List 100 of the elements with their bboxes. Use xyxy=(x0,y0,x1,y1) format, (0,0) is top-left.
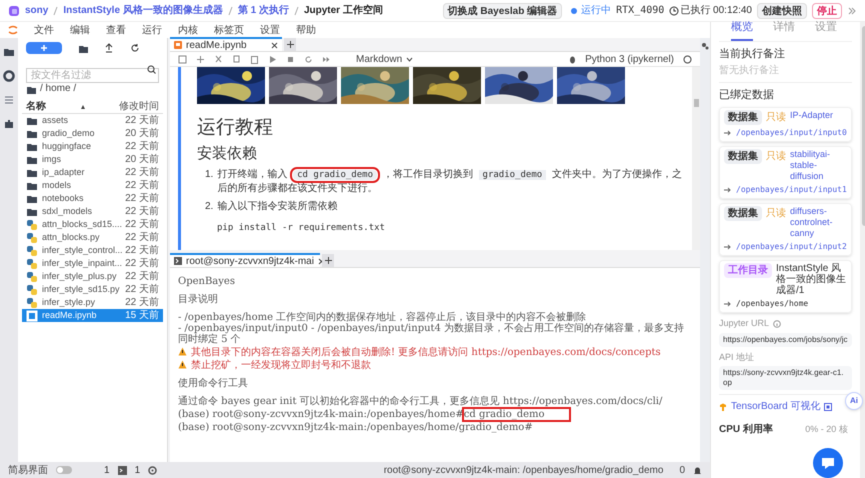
menu-item[interactable]: 查看 xyxy=(106,22,126,38)
close-icon[interactable] xyxy=(271,42,278,48)
terminal-line: OpenBayes xyxy=(178,276,236,287)
file-row[interactable]: infer_style_plus.py 22 天前 xyxy=(22,270,163,283)
chat-icon[interactable] xyxy=(813,448,843,478)
tensorboard-link[interactable]: TensorBoard 可视化 xyxy=(731,399,820,414)
run-icon[interactable] xyxy=(268,54,277,64)
dataset-link[interactable]: stabilityai-stable-diffusion xyxy=(790,149,847,182)
file-modified: 22 天前 xyxy=(125,296,159,310)
step-text: 输入以下指令安装所需依赖 xyxy=(217,200,338,214)
snapshot-button[interactable]: 创建快照 xyxy=(757,2,807,18)
menu-item[interactable]: 运行 xyxy=(142,22,162,38)
file-row[interactable]: infer_style.py 22 天前 xyxy=(22,296,163,309)
menu-item[interactable]: 内核 xyxy=(178,22,198,38)
cut-icon[interactable] xyxy=(214,54,223,64)
file-row[interactable]: gradio_demo 20 天前 xyxy=(22,127,163,140)
file-row[interactable]: infer_style_inpaint... 22 天前 xyxy=(22,257,163,270)
refresh-icon[interactable] xyxy=(130,43,140,53)
file-modified: 22 天前 xyxy=(125,114,159,128)
file-row[interactable]: infer_style_control... 22 天前 xyxy=(22,244,163,257)
cell-type-dropdown[interactable]: Markdown xyxy=(356,52,414,66)
breadcrumb-link[interactable]: sony xyxy=(25,3,48,18)
terminal-line: 通过命令 bayes gear init 可以初始化容器中的命令行工具，更多信息见 https://openbayes.com/docs/cli/ xyxy=(178,396,664,407)
collapse-icon[interactable] xyxy=(847,6,857,16)
stop-icon[interactable] xyxy=(286,54,295,64)
file-modified: 22 天前 xyxy=(125,270,159,284)
file-row[interactable]: ip_adapter 22 天前 xyxy=(22,166,163,179)
url-field[interactable]: https://sony-zcvvxn9jtz4k.gear-c1.op xyxy=(719,366,852,390)
save-icon[interactable] xyxy=(178,54,187,64)
copy-icon[interactable] xyxy=(232,54,241,64)
dataset-link[interactable]: diffusers-controlnet-canny xyxy=(790,206,847,239)
warning-line: 禁止挖矿，一经发现将立即封号和不退款 xyxy=(191,360,371,371)
kernel-name[interactable]: Python 3 (ipykernel) xyxy=(585,52,674,66)
breadcrumb-link[interactable]: Jupyter 工作空间 xyxy=(304,3,383,18)
gears-icon[interactable] xyxy=(701,42,709,50)
running-icon[interactable] xyxy=(3,70,15,82)
file-name: infer_style_plus.py xyxy=(42,270,118,283)
python-file-icon xyxy=(26,284,38,296)
heading: 运行教程 xyxy=(197,116,274,140)
breadcrumb-link[interactable]: InstantStyle 风格一致的图像生成器 xyxy=(63,3,223,18)
file-row[interactable]: attn_blocks.py 22 天前 xyxy=(22,231,163,244)
arrow-icon xyxy=(724,187,732,193)
upload-icon[interactable] xyxy=(104,43,114,53)
file-row[interactable]: readMe.ipynb 15 天前 xyxy=(22,309,163,322)
file-row[interactable]: models 22 天前 xyxy=(22,179,163,192)
slash-icon xyxy=(53,6,58,16)
list-number: 2. xyxy=(205,200,214,214)
dataset-link[interactable]: IP-Adapter xyxy=(790,110,834,121)
notebook-tab[interactable]: readMe.ipynb xyxy=(170,37,282,51)
python-file-icon xyxy=(26,296,38,308)
notebook-icon xyxy=(174,41,182,49)
new-folder-icon[interactable] xyxy=(78,43,88,53)
list-icon[interactable] xyxy=(3,94,15,106)
panel-tab[interactable]: 概览 xyxy=(731,18,753,41)
dataset-tag: 数据集 xyxy=(724,149,762,164)
file-row[interactable]: huggingface 22 天前 xyxy=(22,140,163,153)
file-modified: 22 天前 xyxy=(125,205,159,219)
menu-item[interactable]: 标签页 xyxy=(214,22,244,38)
add-tab-button[interactable] xyxy=(322,254,334,267)
switch-editor-button[interactable]: 切换成 Bayeslab 编辑器 xyxy=(442,2,562,18)
close-icon[interactable] xyxy=(318,258,325,264)
filter-field[interactable]: 按文件名过滤 xyxy=(26,68,159,83)
fast-forward-icon[interactable] xyxy=(322,54,331,64)
new-launcher-button[interactable] xyxy=(26,42,62,54)
add-tab-button[interactable] xyxy=(284,38,296,51)
section-title: 已绑定数据 xyxy=(719,88,775,102)
paste-icon[interactable] xyxy=(250,54,259,64)
file-row[interactable]: infer_style_sd15.py 22 天前 xyxy=(22,283,163,296)
terminal-line: 目录说明 xyxy=(178,294,219,305)
python-file-icon xyxy=(26,270,38,282)
menu-item[interactable]: 编辑 xyxy=(70,22,90,38)
file-row[interactable]: notebooks 22 天前 xyxy=(22,192,163,205)
list-number: 1. xyxy=(205,168,214,182)
file-name: gradio_demo xyxy=(42,126,96,140)
stop-button[interactable]: 停止 xyxy=(812,2,842,18)
restart-icon[interactable] xyxy=(304,54,313,64)
file-row[interactable]: sdxl_models 22 天前 xyxy=(22,205,163,218)
menu-item[interactable]: 文件 xyxy=(34,22,54,38)
breadcrumb-path[interactable]: / home / xyxy=(40,81,76,96)
file-name: sdxl_models xyxy=(42,204,94,218)
python-file-icon xyxy=(26,258,38,270)
file-row[interactable]: imgs 20 天前 xyxy=(22,153,163,166)
column-header[interactable]: 修改时间 xyxy=(119,99,159,114)
prompt-line: (base) root@sony-zcvvxn9jtz4k-main:/openbayes/home#cd gradio_demo xyxy=(178,409,692,420)
file-modified: 20 天前 xyxy=(125,153,159,167)
menu-item[interactable]: 帮助 xyxy=(296,22,316,38)
mount-path: /openbayes/home xyxy=(736,298,808,310)
simple-mode-toggle[interactable] xyxy=(56,466,72,474)
file-row[interactable]: assets 22 天前 xyxy=(22,114,163,127)
menu-item[interactable]: 设置 xyxy=(260,22,280,38)
url-field[interactable]: https://openbayes.com/jobs/sony/jc xyxy=(719,332,852,346)
file-modified: 22 天前 xyxy=(125,166,159,180)
terminal-tab[interactable]: root@sony-zcvvxn9jtz4k-mai xyxy=(170,253,320,267)
plus-icon[interactable] xyxy=(196,54,205,64)
column-header[interactable]: 名称 xyxy=(26,99,46,114)
breadcrumb-link[interactable]: 第 1 次执行 xyxy=(238,3,289,18)
folder-icon[interactable] xyxy=(3,46,15,58)
file-row[interactable]: attn_blocks_sd15.... 22 天前 xyxy=(22,218,163,231)
jupyter-logo-icon xyxy=(8,25,18,35)
file-modified: 22 天前 xyxy=(125,192,159,206)
